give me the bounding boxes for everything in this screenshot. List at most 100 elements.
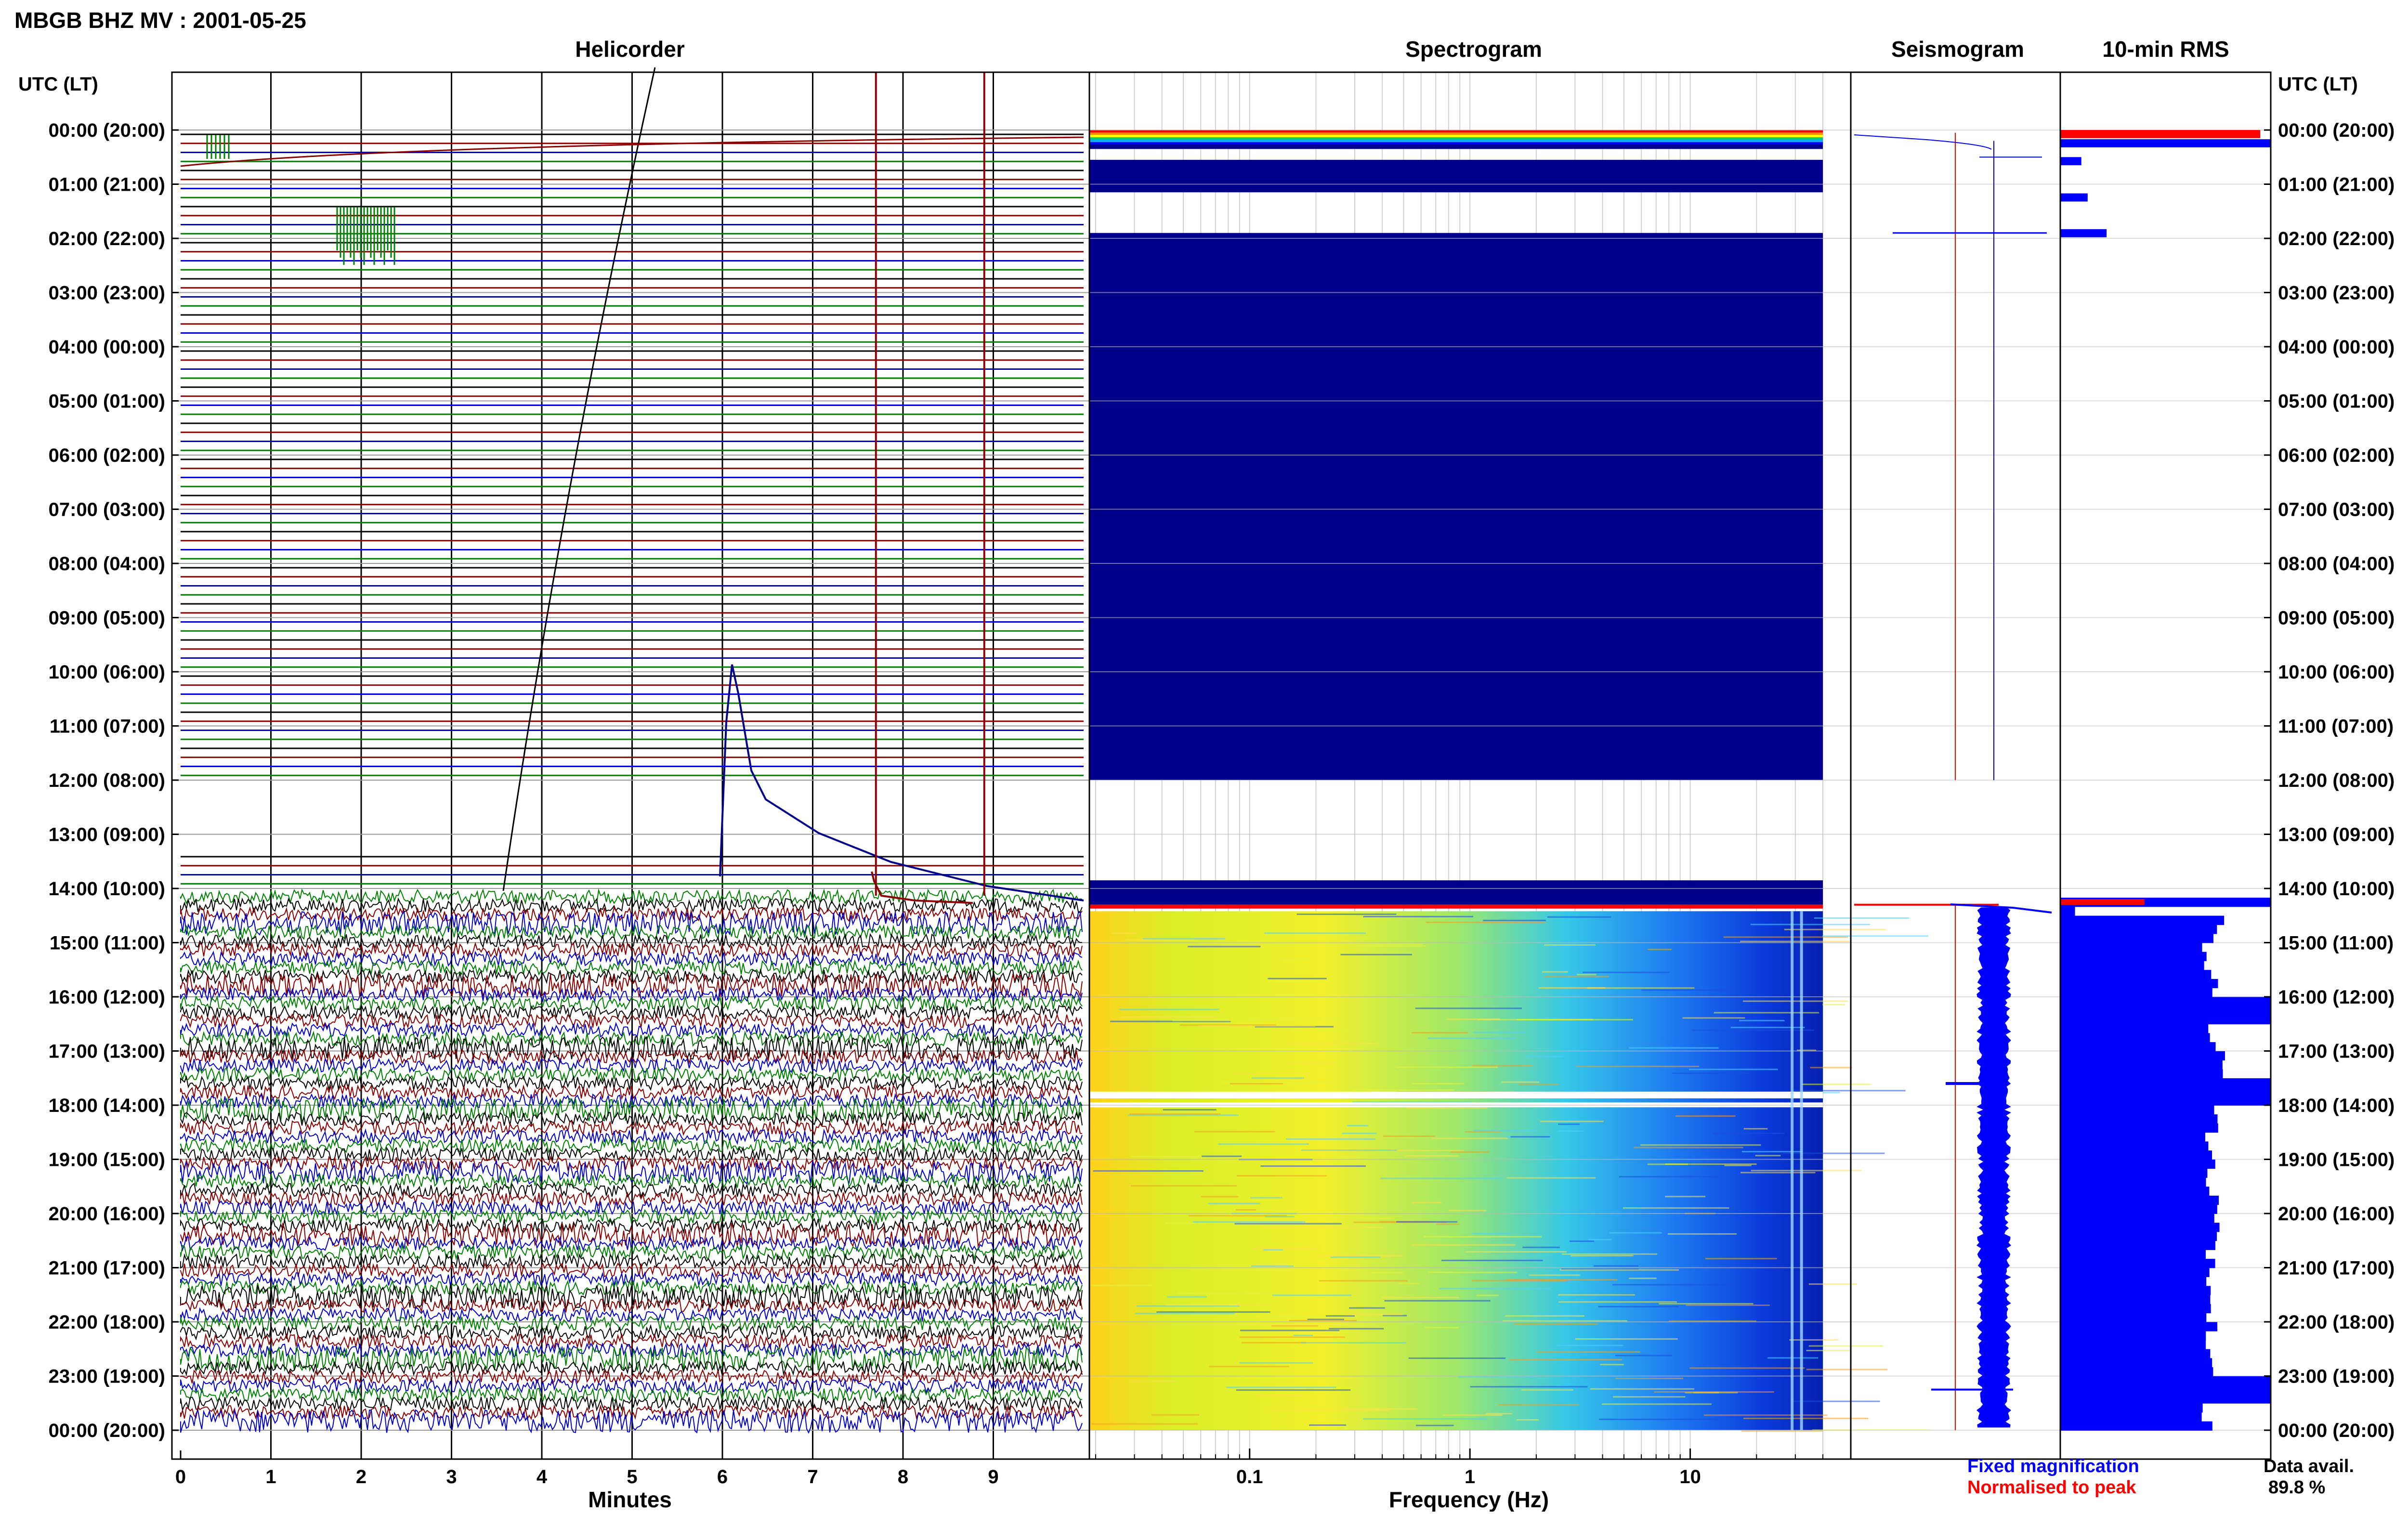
spectrogram-speckle bbox=[1091, 1423, 1198, 1425]
spectrogram-speckle bbox=[1483, 919, 1546, 921]
time-label-left: 03:00 (23:00) bbox=[49, 283, 165, 304]
rms-bar bbox=[2060, 1114, 2218, 1124]
time-label-right: 00:00 (20:00) bbox=[2278, 120, 2395, 141]
spectrogram-speckle bbox=[1806, 1350, 1851, 1352]
spectrogram-speckle bbox=[1301, 1149, 1397, 1151]
time-label-right: 04:00 (00:00) bbox=[2278, 337, 2395, 358]
spectrogram-speckle bbox=[1689, 1069, 1778, 1070]
rms-bar bbox=[2060, 1015, 2271, 1025]
time-label-left: 15:00 (11:00) bbox=[50, 933, 165, 954]
rms-bar bbox=[2060, 1168, 2208, 1178]
spectrogram-speckle bbox=[1557, 1130, 1584, 1132]
spectrogram-speckle bbox=[1562, 1253, 1658, 1255]
spectrogram-speckle bbox=[1629, 1278, 1657, 1279]
rms-bar bbox=[2060, 1358, 2212, 1368]
spectrogram-speckle bbox=[1345, 1314, 1403, 1316]
spectrogram-red-band bbox=[1089, 904, 1823, 909]
spectrogram-speckle bbox=[1516, 1419, 1539, 1421]
spectrogram-speckle bbox=[1814, 917, 1910, 919]
rms-bar bbox=[2060, 1277, 2207, 1286]
time-label-left: 00:00 (20:00) bbox=[49, 120, 165, 141]
spectrogram-speckle bbox=[1286, 1043, 1379, 1044]
spectrogram-speckle bbox=[1198, 1025, 1316, 1027]
rms-bar bbox=[2060, 1204, 2217, 1214]
spectrogram-speckle bbox=[1281, 959, 1310, 961]
time-label-right: 21:00 (17:00) bbox=[2278, 1258, 2395, 1279]
spectrogram-speckle bbox=[1209, 1366, 1289, 1368]
time-label-left: 01:00 (21:00) bbox=[49, 174, 165, 196]
spectrogram-speckle bbox=[1143, 938, 1225, 940]
spectrogram-speckle bbox=[1301, 1342, 1406, 1344]
spectrogram-speckle bbox=[1619, 1176, 1718, 1178]
spectrogram-speckle bbox=[1423, 1236, 1542, 1238]
spectrogram-speckle bbox=[1271, 1325, 1318, 1327]
spectrogram-speckle bbox=[1411, 1032, 1468, 1034]
time-label-left: 05:00 (01:00) bbox=[49, 391, 165, 412]
time-label-right: 01:00 (21:00) bbox=[2278, 174, 2395, 196]
spectrogram-speckle bbox=[1501, 1081, 1540, 1083]
spectrogram-speckle bbox=[1672, 1072, 1750, 1074]
rms-bar bbox=[2060, 1195, 2219, 1205]
spectrogram-speckle bbox=[1427, 1037, 1515, 1039]
rms-bar bbox=[2060, 1141, 2209, 1151]
time-label-left: 16:00 (12:00) bbox=[49, 987, 165, 1008]
spectrogram-speckle bbox=[1739, 1019, 1785, 1021]
time-label-right: 22:00 (18:00) bbox=[2278, 1312, 2395, 1333]
rms-bar bbox=[2060, 997, 2271, 1006]
spectrogram-speckle bbox=[1473, 1031, 1527, 1033]
time-label-right: 09:00 (05:00) bbox=[2278, 608, 2395, 629]
spectrogram-speckle bbox=[1742, 1000, 1848, 1002]
spectrogram-speckle bbox=[1822, 935, 1928, 937]
spectrogram-speckle bbox=[1120, 1016, 1219, 1018]
rms-bar bbox=[2060, 1223, 2220, 1232]
spectrogram-speckle bbox=[1784, 928, 1886, 930]
spectrogram-speckle bbox=[1623, 1207, 1729, 1209]
spectrogram-speckle bbox=[1408, 1357, 1505, 1359]
time-label-right: 13:00 (09:00) bbox=[2278, 824, 2395, 846]
rms-bar bbox=[2060, 1313, 2207, 1322]
spectrogram-speckle bbox=[1192, 1221, 1306, 1223]
rms-bar bbox=[2060, 1340, 2206, 1350]
time-label-right: 18:00 (14:00) bbox=[2278, 1095, 2395, 1116]
spectrogram-speckle bbox=[1521, 1389, 1573, 1391]
spectrogram-speckle bbox=[1640, 1144, 1761, 1146]
spectrogram-speckle bbox=[1255, 1395, 1304, 1397]
rms-bar bbox=[2060, 952, 2207, 961]
spectrogram-speckle bbox=[1391, 1149, 1464, 1151]
legend-normalised-to-peak: Normalised to peak bbox=[1967, 1477, 2136, 1498]
spectrogram-speckle bbox=[1349, 1307, 1385, 1309]
spectrogram-speckle bbox=[1309, 1424, 1347, 1426]
spectrogram-speckle bbox=[1239, 1362, 1313, 1364]
rms-bar bbox=[2060, 1177, 2206, 1187]
spectrogram-speckle bbox=[1593, 1265, 1639, 1267]
minute-tick-label: 3 bbox=[446, 1466, 457, 1488]
time-label-left: 00:00 (20:00) bbox=[49, 1420, 165, 1441]
spectrogram-speckle bbox=[1363, 1418, 1487, 1420]
spectrogram-speckle bbox=[1588, 1239, 1612, 1240]
time-label-left: 04:00 (00:00) bbox=[49, 337, 165, 358]
spectrogram-speckle bbox=[1808, 1345, 1884, 1347]
rms-peak-bar bbox=[2060, 899, 2145, 905]
time-label-right: 03:00 (23:00) bbox=[2278, 283, 2395, 304]
spectrogram-speckle bbox=[1558, 1301, 1677, 1303]
spectrogram-rainbow-band bbox=[1089, 135, 1823, 137]
time-label-left: 17:00 (13:00) bbox=[49, 1041, 165, 1062]
spectrogram-rainbow-band bbox=[1089, 132, 1823, 135]
spectrogram-speckle bbox=[1654, 1391, 1774, 1393]
spectrogram-speckle bbox=[1740, 940, 1849, 942]
spectrogram-block bbox=[1089, 880, 1823, 905]
spectrogram-speckle bbox=[1510, 1136, 1550, 1138]
spectrogram-speckle bbox=[1263, 1249, 1283, 1251]
spectrogram-rainbow-band bbox=[1089, 142, 1823, 144]
minute-tick-label: 2 bbox=[356, 1466, 366, 1488]
spectrogram-speckle bbox=[1119, 1008, 1219, 1010]
spectrogram-speckle bbox=[1575, 1066, 1700, 1068]
spectrogram-speckle bbox=[1590, 1388, 1694, 1390]
minute-tick-label: 4 bbox=[537, 1466, 548, 1488]
spectrogram-speckle bbox=[1130, 1156, 1204, 1158]
spectrogram-speckle bbox=[1342, 1133, 1377, 1135]
spectrogram-speckle bbox=[1384, 1300, 1491, 1302]
rms-bar bbox=[2060, 1403, 2203, 1413]
rms-bar bbox=[2060, 1051, 2225, 1061]
rms-title: 10-min RMS bbox=[2102, 37, 2229, 62]
